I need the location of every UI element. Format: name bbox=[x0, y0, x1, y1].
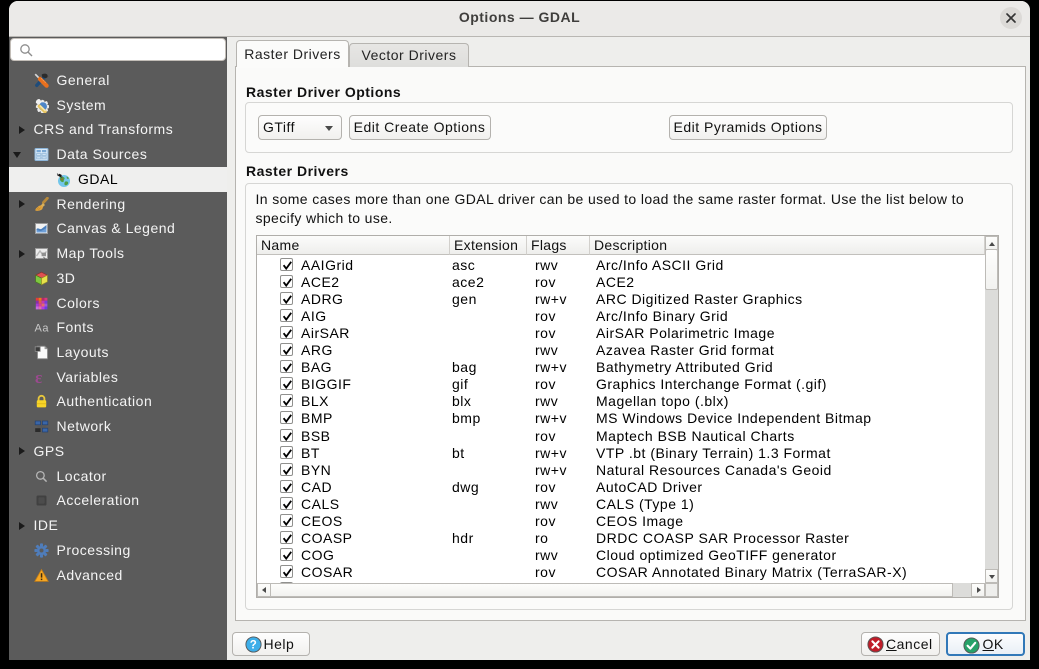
svg-text:Aa: Aa bbox=[35, 323, 50, 335]
svg-text:?: ? bbox=[249, 640, 257, 652]
svg-text:ε: ε bbox=[35, 370, 43, 385]
